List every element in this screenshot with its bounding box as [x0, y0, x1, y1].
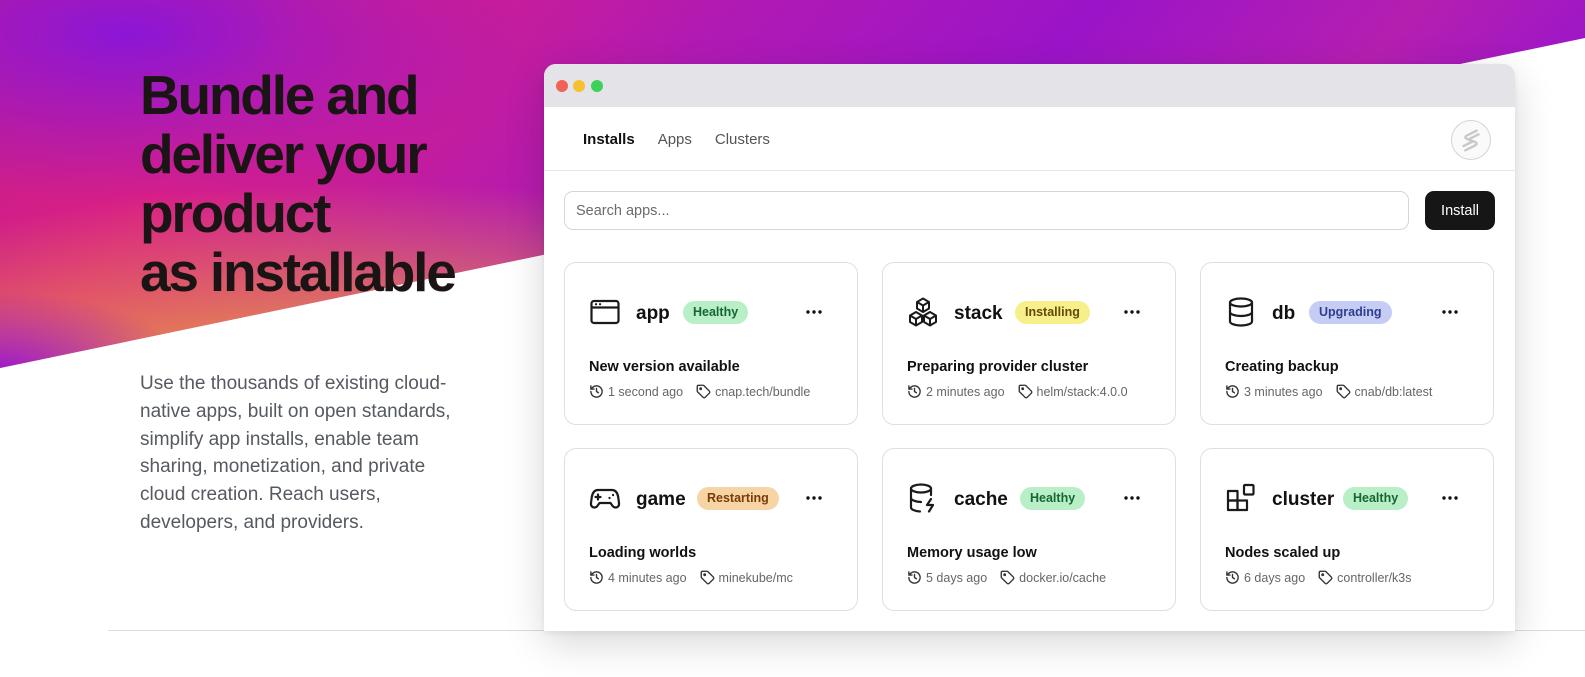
database-zap-icon [909, 483, 935, 513]
card-meta: 6 days ago controller/k3s [1225, 570, 1412, 585]
tag-icon [1318, 570, 1333, 585]
card-meta: 5 days ago docker.io/cache [907, 570, 1106, 585]
card-title: stack [954, 303, 1003, 324]
card-status-text: Loading worlds [589, 545, 697, 561]
search-input[interactable] [564, 191, 1409, 230]
install-card-cluster[interactable]: cluster Healthy Nodes scaled up 6 days a… [1200, 448, 1494, 611]
history-icon [908, 385, 921, 398]
hero-title-line: Bundle and [140, 64, 420, 126]
history-icon [1226, 571, 1239, 584]
app-window: Installs Apps Clusters Install app Healt… [544, 64, 1515, 631]
tab-clusters[interactable]: Clusters [715, 131, 770, 148]
tag-icon [696, 384, 711, 399]
browser-window-icon [590, 299, 620, 325]
tag-icon [1000, 570, 1015, 585]
card-status-text: Nodes scaled up [1225, 545, 1341, 561]
more-options-icon[interactable] [803, 300, 825, 324]
nav-tabs: Installs Apps Clusters [583, 131, 770, 148]
card-time: 5 days ago [926, 570, 988, 585]
status-badge: Upgrading [1309, 301, 1392, 324]
hero-title-line: product [140, 182, 331, 244]
card-tag: helm/stack:4.0.0 [1036, 384, 1128, 399]
hero-title-line: deliver your [140, 123, 428, 185]
status-badge: Healthy [1020, 487, 1086, 510]
install-button[interactable]: Install [1425, 191, 1495, 230]
card-time: 3 minutes ago [1244, 384, 1323, 399]
maximize-window-button[interactable] [591, 80, 603, 92]
blocks-icon [1226, 483, 1255, 512]
card-status-text: New version available [589, 359, 740, 375]
minimize-window-button[interactable] [573, 80, 585, 92]
tab-installs[interactable]: Installs [583, 131, 635, 148]
top-navigation: Installs Apps Clusters [544, 107, 1515, 171]
card-title: cache [954, 489, 1008, 510]
more-options-icon[interactable] [1439, 486, 1461, 510]
search-row: Install [564, 191, 1495, 231]
install-card-app[interactable]: app Healthy New version available 1 seco… [564, 262, 858, 425]
card-status-text: Preparing provider cluster [907, 359, 1089, 375]
tab-apps[interactable]: Apps [658, 131, 692, 148]
card-title: app [636, 303, 670, 324]
history-icon [908, 571, 921, 584]
card-time: 1 second ago [608, 384, 684, 399]
install-card-db[interactable]: db Upgrading Creating backup 3 minutes a… [1200, 262, 1494, 425]
card-time: 2 minutes ago [926, 384, 1005, 399]
card-meta: 2 minutes ago helm/stack:4.0.0 [907, 384, 1128, 399]
more-options-icon[interactable] [1121, 300, 1143, 324]
status-badge: Healthy [683, 301, 749, 324]
history-icon [1226, 385, 1239, 398]
card-tag: docker.io/cache [1019, 570, 1107, 585]
card-meta: 1 second ago cnap.tech/bundle [589, 384, 810, 399]
history-icon [590, 571, 603, 584]
logo-s-icon [1462, 129, 1480, 152]
tag-icon [1018, 384, 1032, 399]
card-status-text: Memory usage low [907, 545, 1037, 561]
card-time: 4 minutes ago [608, 570, 687, 585]
window-titlebar [544, 64, 1515, 107]
tag-icon [700, 570, 714, 585]
more-options-icon[interactable] [803, 486, 825, 510]
hero-description: Use the thousands of existing cloud-nati… [140, 373, 451, 533]
card-tag: controller/k3s [1337, 570, 1412, 585]
card-time: 6 days ago [1244, 570, 1306, 585]
cubes-stack-icon [909, 297, 937, 327]
more-options-icon[interactable] [1439, 300, 1461, 324]
hero-title: Bundle and deliver your product as insta… [140, 66, 520, 302]
more-options-icon[interactable] [1121, 486, 1143, 510]
card-tag: minekube/mc [718, 570, 793, 585]
status-badge: Restarting [697, 487, 779, 510]
install-card-cache[interactable]: cache Healthy Memory usage low 5 days ag… [882, 448, 1176, 611]
close-window-button[interactable] [556, 80, 568, 92]
card-tag: cnap.tech/bundle [715, 384, 811, 399]
tag-icon [1336, 384, 1350, 399]
status-badge: Healthy [1343, 487, 1409, 510]
avatar[interactable] [1451, 120, 1491, 160]
history-icon [590, 385, 603, 398]
database-icon [1228, 297, 1254, 327]
hero-title-line: as installable [140, 241, 457, 303]
card-title: db [1272, 303, 1296, 324]
card-meta: 4 minutes ago minekube/mc [589, 570, 793, 585]
install-card-game[interactable]: game Restarting Loading worlds 4 minutes… [564, 448, 858, 611]
card-title: cluster [1272, 489, 1335, 510]
gamepad-icon [589, 488, 621, 509]
card-meta: 3 minutes ago cnab/db:latest [1225, 384, 1432, 399]
status-badge: Installing [1015, 301, 1090, 324]
card-title: game [636, 489, 686, 510]
card-status-text: Creating backup [1225, 359, 1339, 375]
card-tag: cnab/db:latest [1354, 384, 1433, 399]
install-card-stack[interactable]: stack Installing Preparing provider clus… [882, 262, 1176, 425]
